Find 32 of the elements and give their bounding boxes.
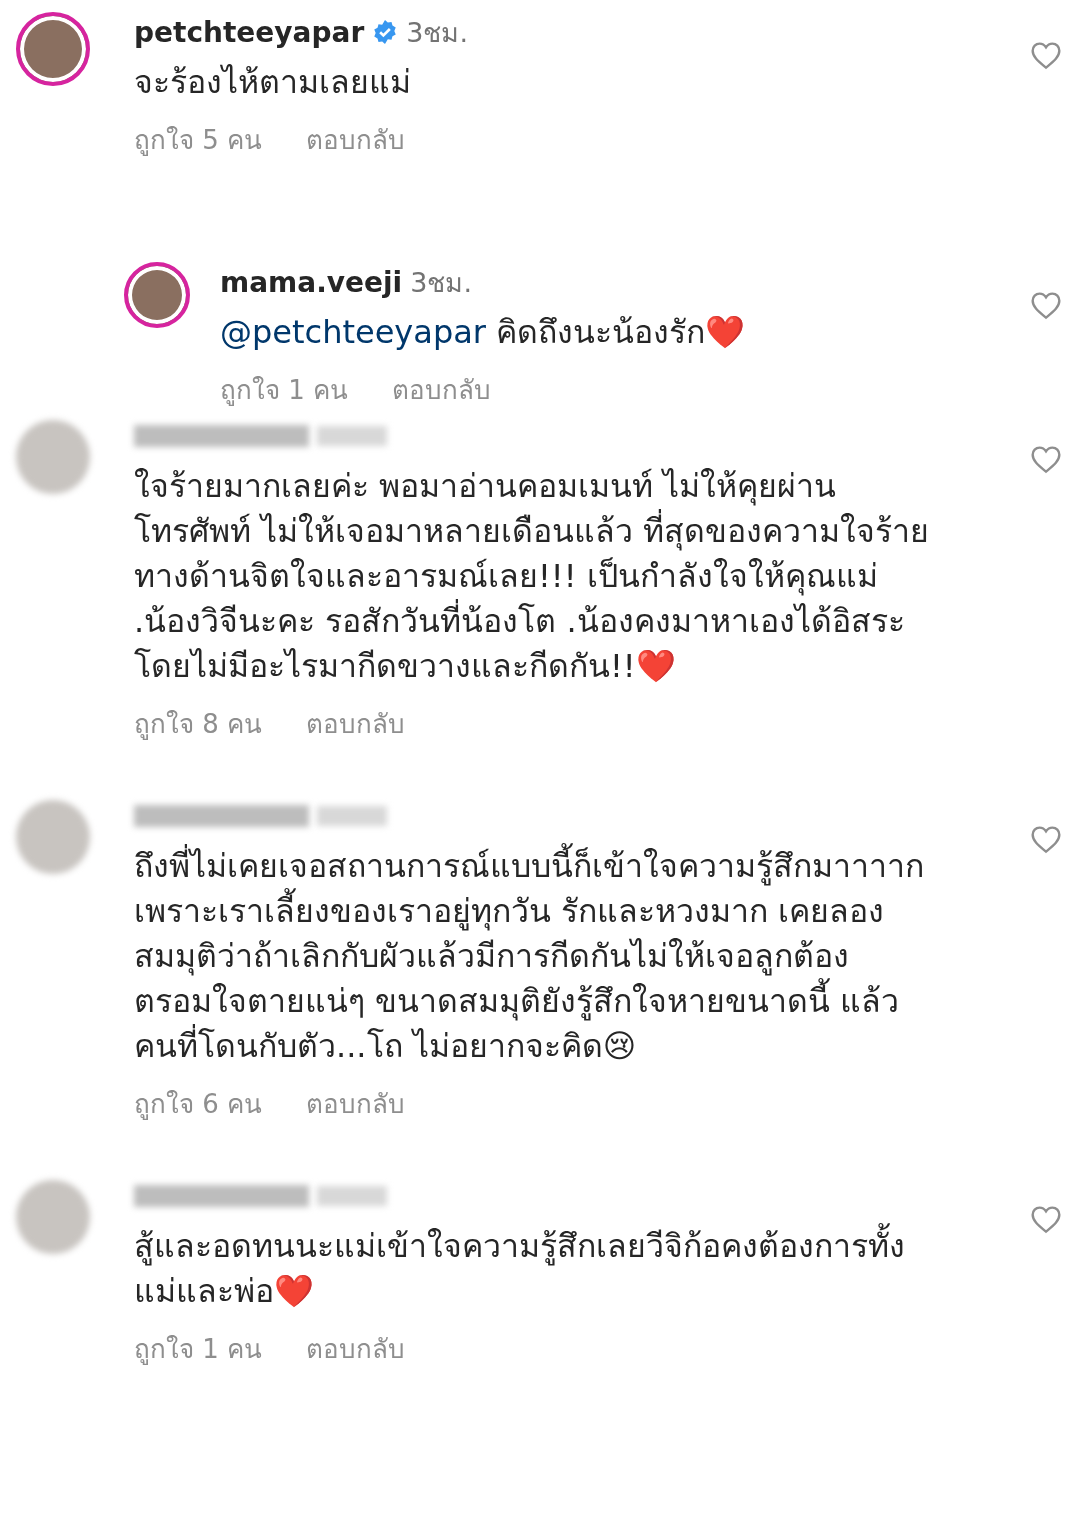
timestamp: 3ชม. <box>406 15 468 50</box>
blurred-avatar[interactable] <box>16 800 90 874</box>
comment-text: จะร้องไห้ตามเลยแม่ <box>134 62 412 103</box>
heart-icon[interactable] <box>1030 290 1062 320</box>
blurred-timestamp <box>317 1186 387 1206</box>
verified-badge-icon <box>372 19 399 45</box>
reply-link[interactable]: ตอบกลับ <box>306 1328 406 1369</box>
heart-icon[interactable] <box>1030 1204 1062 1234</box>
comment-text: @petchteeyapar คิดถึงนะน้องรัก❤ <box>220 312 747 353</box>
reply-link[interactable]: ตอบกลับ <box>306 119 406 160</box>
blurred-avatar[interactable] <box>16 420 90 494</box>
comment-text: สู้และอดทนนะแม่เข้าใจความรู้สึกเลยวีจิก้อคงต้องการทั้งแม่และพ่อ❤ <box>134 1224 934 1314</box>
like-count[interactable]: ถูกใจ 8 คน <box>134 703 263 744</box>
username[interactable]: mama.veeji <box>220 265 403 299</box>
comment-text: ใจร้ายมากเลยค่ะ พอมาอ่านคอมเมนท์ ไม่ให้คุยผ่านโทรศัพท์ ไม่ให้เจอมาหลายเดือนแล้ว ที่สุดของความใจร้าย ทางด้านจิตใจและอารมณ์เลย!!! เป็นกำลังใจให้คุณแม่ .น้องวิจีนะคะ รอสักวันที่น้องโต .น้องคงมาหาเองได้อิสระ โดยไม่มีอะไรมากีดขวางและกีดกัน!!❤ <box>134 466 931 687</box>
like-count[interactable]: ถูกใจ 6 คน <box>134 1083 263 1124</box>
blurred-timestamp <box>317 806 387 826</box>
blurred-avatar[interactable] <box>16 1180 90 1254</box>
heart-icon[interactable] <box>1030 444 1062 474</box>
mention-link[interactable]: @petchteeyapar <box>220 313 486 351</box>
reply-link[interactable]: ตอบกลับ <box>306 703 406 744</box>
heart-icon[interactable] <box>1030 824 1062 854</box>
like-count[interactable]: ถูกใจ 1 คน <box>134 1328 263 1369</box>
comment-text: ถึงพี่ไม่เคยเจอสถานการณ์แบบนี้ก็เข้าใจความรู้สึกมาาาาก เพราะเราเลี้ยงของเราอยู่ทุกวัน รักและหวงมาก เคยลองสมมุติว่าถ้าเลิกกับผัวแล้วมีการกีดกันไม่ให้เจอลูกต้องตรอมใจตายแน่ๆ ขนาดสมมุติยังรู้สึกใจหายขนาดนี้ แล้วคนที่โดนกับตัว...โถ ไม่อยากจะคิด😢 <box>134 844 934 1069</box>
username[interactable]: petchteeyapar <box>134 15 365 49</box>
timestamp: 3ชม. <box>410 265 472 300</box>
reply-link[interactable]: ตอบกลับ <box>392 369 492 410</box>
heart-icon[interactable] <box>1030 40 1062 70</box>
like-count[interactable]: ถูกใจ 5 คน <box>134 119 263 160</box>
reply-link[interactable]: ตอบกลับ <box>306 1083 406 1124</box>
blurred-timestamp <box>317 426 387 446</box>
like-count[interactable]: ถูกใจ 1 คน <box>220 369 349 410</box>
